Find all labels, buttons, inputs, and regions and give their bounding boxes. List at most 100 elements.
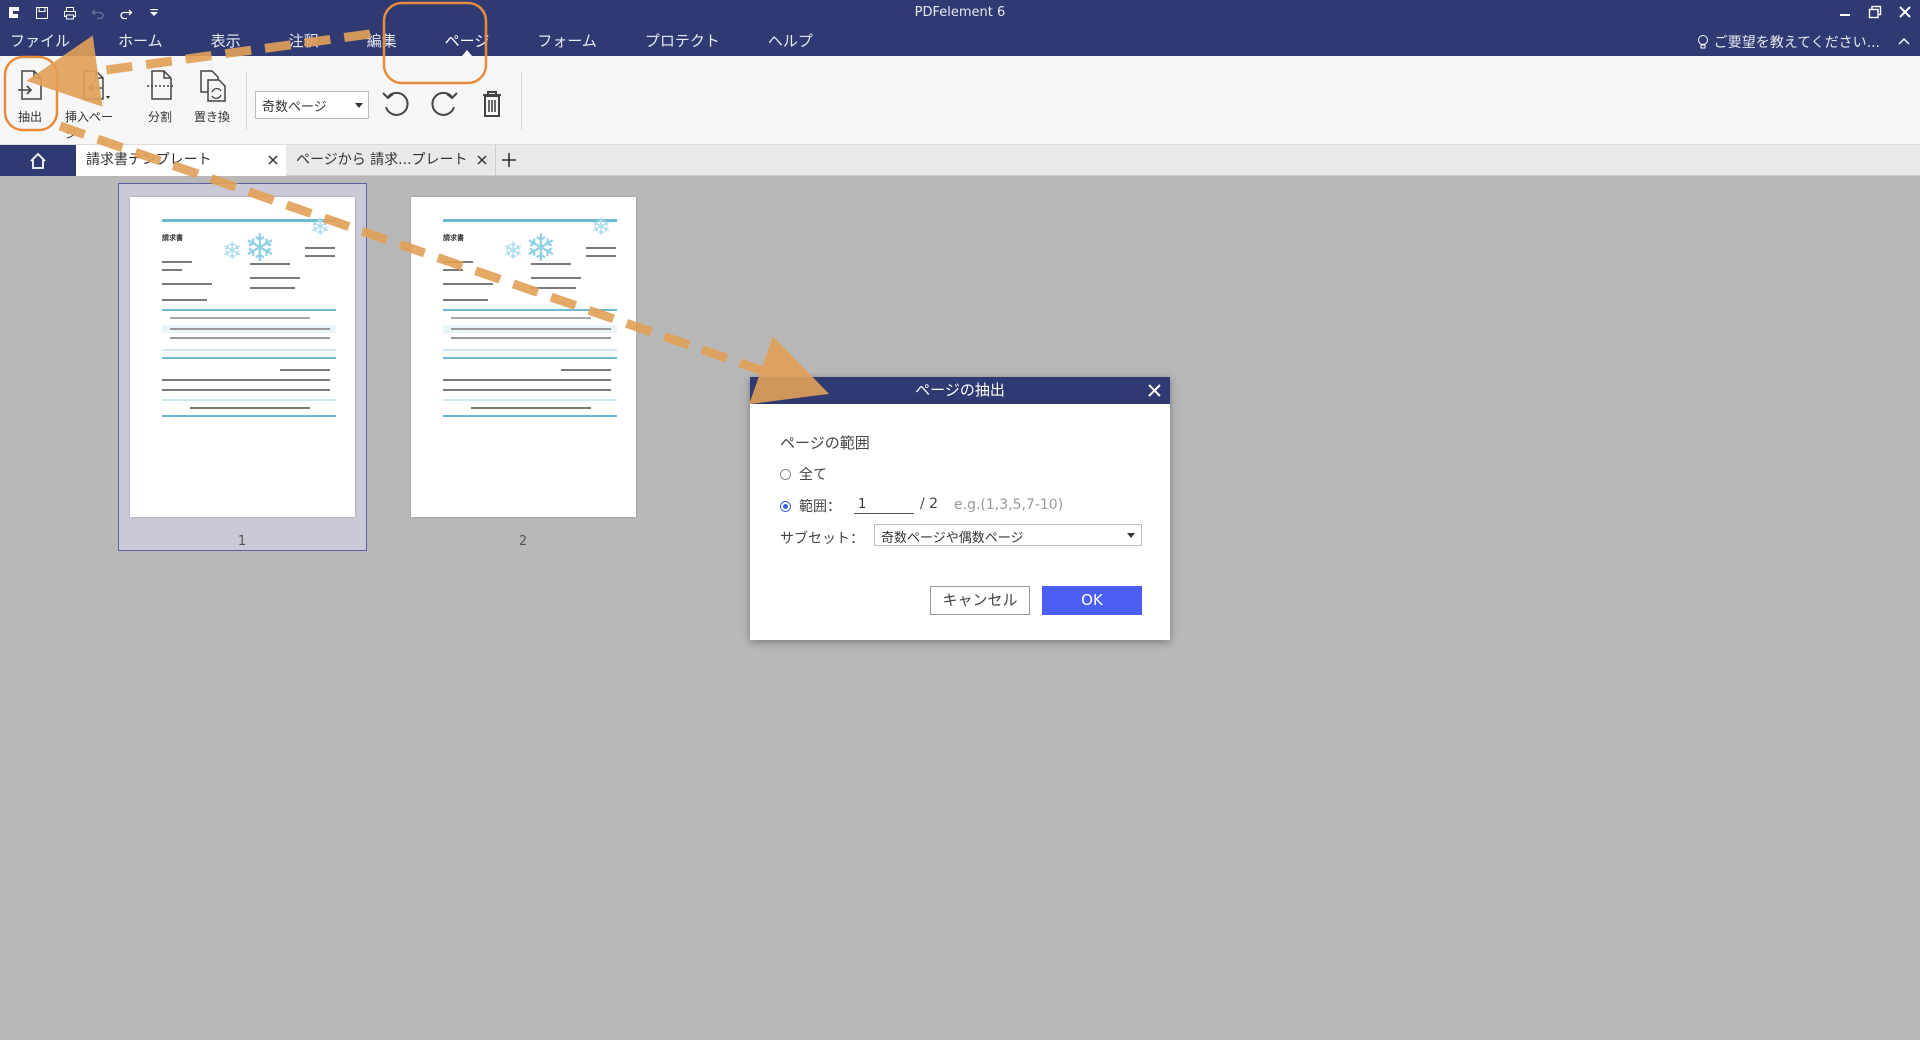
tab-invoice-template[interactable]: 請求書テンプレート — [76, 145, 286, 176]
extract-button[interactable]: 抽出 — [1, 68, 59, 125]
snowflake-graphic: ❄ — [503, 237, 524, 265]
thumb-text-line — [250, 287, 295, 289]
ok-button[interactable]: OK — [1042, 586, 1142, 615]
radio-circle-selected — [780, 500, 791, 512]
thumb-text-line — [451, 317, 591, 319]
replace-button[interactable]: 置き換 — [183, 68, 241, 125]
home-tab[interactable] — [0, 145, 76, 176]
menu-protect[interactable]: プロテクト — [621, 28, 744, 56]
menu-page[interactable]: ページ — [421, 28, 514, 56]
cancel-button[interactable]: キャンセル — [930, 586, 1030, 615]
thumb-text-line — [451, 337, 611, 339]
thumb-text-line — [443, 269, 463, 271]
lightbulb-icon — [1697, 35, 1708, 49]
trash-icon — [483, 91, 501, 117]
thumb-text-line — [250, 277, 300, 279]
thumb-text-line — [250, 263, 290, 265]
collapse-ribbon-icon[interactable] — [1896, 34, 1912, 48]
subset-select[interactable]: 奇数ページや偶数ページ — [874, 524, 1142, 546]
thumb-doc-title: 請求書 — [443, 234, 464, 242]
dialog-title: ページの抽出 — [915, 381, 1005, 399]
maximize-icon[interactable] — [1866, 3, 1884, 21]
tab-extracted-pages[interactable]: ページから 請求...プレート — [286, 145, 496, 176]
radio-page-range[interactable]: 範囲： — [780, 496, 841, 516]
menu-help[interactable]: ヘルプ — [744, 28, 837, 56]
page-number-label: 2 — [518, 534, 528, 549]
thumb-text-line — [443, 283, 493, 285]
feedback-link[interactable]: ご要望を教えてください... — [1696, 32, 1880, 52]
rotate-left-button[interactable] — [379, 87, 413, 121]
new-tab-icon[interactable] — [500, 151, 518, 169]
menu-view[interactable]: 表示 — [187, 28, 265, 56]
page-range-input[interactable] — [854, 496, 914, 514]
rotate-right-icon — [431, 91, 458, 116]
thumb-text-line — [170, 328, 330, 330]
thumb-text-line — [451, 328, 611, 330]
menu-comment[interactable]: 注釈 — [265, 28, 343, 56]
save-icon[interactable] — [34, 5, 50, 21]
customize-dropdown-icon[interactable] — [146, 5, 162, 21]
thumb-text-line — [170, 337, 330, 339]
delete-page-button[interactable] — [475, 87, 509, 121]
insert-page-icon — [83, 70, 110, 100]
close-tab-icon[interactable] — [475, 153, 489, 167]
insert-page-button[interactable]: 挿入ページ — [65, 68, 123, 142]
split-page-icon — [147, 70, 175, 100]
thumb-text-line — [305, 247, 335, 249]
home-icon — [30, 152, 46, 169]
close-window-icon[interactable] — [1896, 3, 1914, 21]
dialog-header: ページの抽出 — [750, 377, 1170, 404]
thumb-table-line — [162, 349, 336, 351]
menu-file[interactable]: ファイル — [0, 28, 94, 56]
thumb-table-line — [443, 349, 617, 351]
rotate-left-icon — [382, 91, 409, 116]
thumb-text-line — [531, 263, 571, 265]
app-logo-icon — [6, 5, 22, 21]
radio-all-pages[interactable]: 全て — [780, 464, 827, 484]
thumb-text-line — [162, 283, 212, 285]
subset-value: 奇数ページや偶数ページ — [881, 531, 1024, 546]
menu-form[interactable]: フォーム — [513, 28, 621, 56]
page-thumbnail[interactable]: 請求書 ❄ ❄ ❄ — [130, 197, 355, 517]
thumb-table-line — [162, 357, 336, 359]
document-tab-bar: 請求書テンプレート ページから 請求...プレート — [0, 145, 1920, 176]
close-tab-icon[interactable] — [266, 153, 280, 167]
window-controls — [1836, 3, 1914, 21]
thumb-table-line — [443, 309, 617, 311]
page-thumbnail[interactable]: 請求書 ❄ ❄ ❄ — [411, 197, 636, 517]
thumb-table-line — [162, 415, 336, 417]
thumb-text-line — [586, 247, 616, 249]
snowflake-graphic: ❄ — [310, 213, 331, 241]
thumb-text-line — [190, 407, 310, 409]
redo-icon[interactable] — [118, 5, 134, 21]
thumb-text-line — [170, 317, 310, 319]
thumb-text-line — [162, 379, 330, 381]
print-icon[interactable] — [62, 5, 78, 21]
extract-label: 抽出 — [17, 110, 42, 124]
thumb-table-line — [162, 309, 336, 311]
page-number-label: 1 — [237, 534, 247, 549]
minimize-icon[interactable] — [1836, 3, 1854, 21]
insert-page-label: 挿入ページ — [65, 110, 114, 141]
close-dialog-icon[interactable] — [1147, 383, 1162, 398]
page-filter-value: 奇数ページ — [262, 100, 327, 115]
chevron-down-icon — [1127, 533, 1135, 538]
range-example-hint: e.g.(1,3,5,7-10) — [954, 497, 1064, 513]
snowflake-graphic: ❄ — [525, 226, 557, 270]
page-filter-select[interactable]: 奇数ページ — [255, 91, 369, 119]
toolbar-divider — [521, 72, 522, 130]
menu-home[interactable]: ホーム — [94, 28, 187, 56]
page-total: / 2 — [920, 496, 939, 512]
thumb-text-line — [586, 255, 616, 257]
undo-icon[interactable] — [90, 5, 106, 21]
thumb-text-line — [443, 261, 473, 263]
thumb-text-line — [162, 269, 182, 271]
menu-edit[interactable]: 編集 — [343, 28, 421, 56]
dialog-body: ページの範囲 全て 範囲： / 2 e.g.(1,3,5,7-10) サブセット… — [750, 404, 1170, 640]
split-button[interactable]: 分割 — [131, 68, 189, 125]
tab-label: 請求書テンプレート — [86, 152, 212, 168]
thumb-text-line — [280, 369, 330, 371]
thumb-table-line — [162, 399, 336, 401]
rotate-right-button[interactable] — [427, 87, 461, 121]
extract-page-icon — [18, 70, 42, 100]
